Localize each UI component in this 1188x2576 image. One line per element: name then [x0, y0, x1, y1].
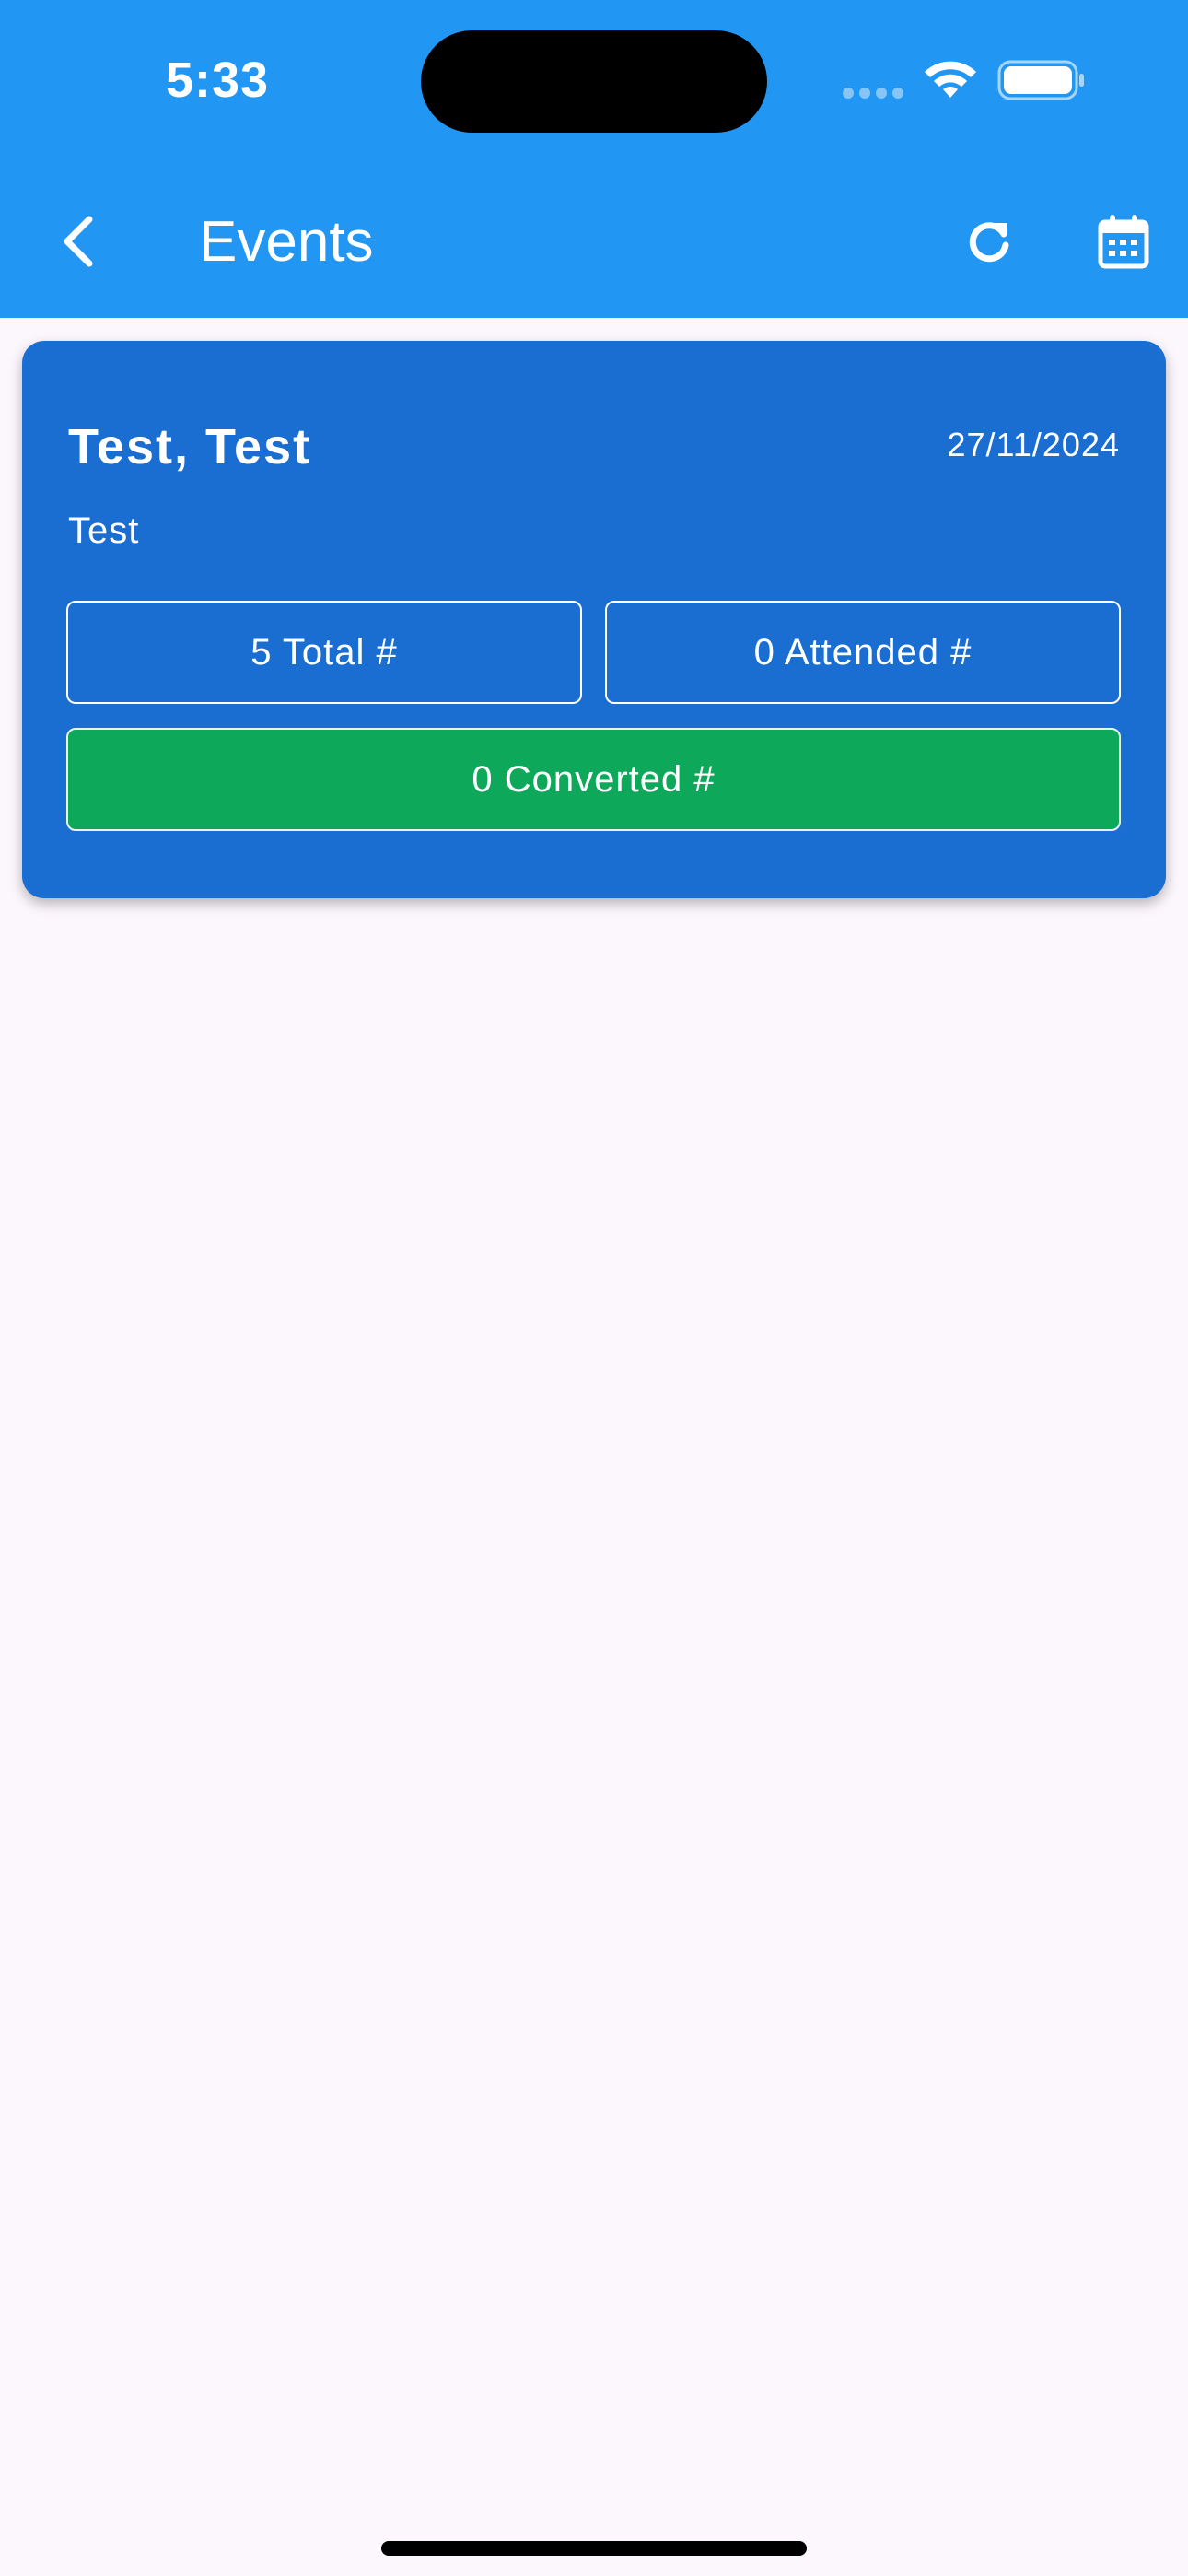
- attended-button[interactable]: 0 Attended #: [605, 601, 1121, 704]
- page-title: Events: [199, 210, 374, 274]
- events-screen: 5:33 Events Test, Test 27/11/2024 Test 5…: [0, 0, 1188, 2576]
- event-card[interactable]: Test, Test 27/11/2024 Test 5 Total # 0 A…: [22, 341, 1166, 898]
- event-date: 27/11/2024: [947, 426, 1120, 463]
- calendar-icon: [1098, 215, 1149, 269]
- home-indicator[interactable]: [381, 2541, 807, 2556]
- status-time: 5:33: [166, 53, 270, 108]
- converted-button[interactable]: 0 Converted #: [66, 728, 1121, 831]
- calendar-button[interactable]: [1087, 205, 1160, 278]
- refresh-icon: [969, 222, 1009, 263]
- battery-icon: [997, 60, 1084, 100]
- total-button[interactable]: 5 Total #: [66, 601, 582, 704]
- app-header: 5:33 Events: [0, 0, 1188, 318]
- refresh-button[interactable]: [954, 205, 1024, 278]
- event-description: Test: [68, 510, 140, 551]
- back-button[interactable]: [46, 205, 111, 278]
- event-name: Test, Test: [68, 419, 312, 474]
- dynamic-island: [421, 30, 767, 133]
- chevron-left-icon: [64, 216, 93, 267]
- wifi-icon: [925, 61, 976, 98]
- cellular-signal-icon: [843, 88, 905, 99]
